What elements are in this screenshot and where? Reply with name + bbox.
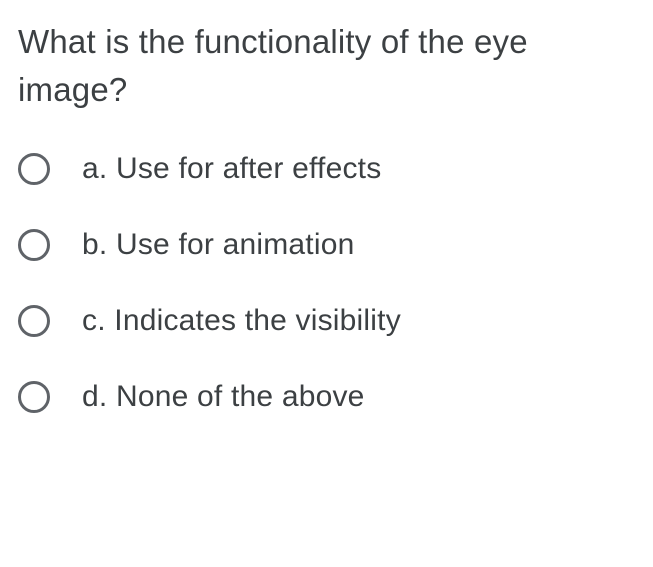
option-prefix: b. [82, 228, 107, 261]
option-label: b. Use for animation [82, 228, 354, 262]
option-d[interactable]: d. None of the above [18, 380, 635, 414]
option-text: None of the above [116, 380, 365, 413]
radio-icon[interactable] [18, 229, 50, 261]
option-text: Use for after effects [116, 152, 381, 185]
option-label: c. Indicates the visibility [82, 304, 401, 338]
question-text: What is the functionality of the eye ima… [18, 18, 635, 114]
quiz-container: What is the functionality of the eye ima… [0, 0, 653, 414]
option-b[interactable]: b. Use for animation [18, 228, 635, 262]
options-list: a. Use for after effects b. Use for anim… [18, 152, 635, 414]
option-prefix: c. [82, 304, 106, 337]
option-prefix: d. [82, 380, 107, 413]
option-prefix: a. [82, 152, 107, 185]
option-label: d. None of the above [82, 380, 365, 414]
option-c[interactable]: c. Indicates the visibility [18, 304, 635, 338]
radio-icon[interactable] [18, 305, 50, 337]
radio-icon[interactable] [18, 381, 50, 413]
radio-icon[interactable] [18, 153, 50, 185]
option-text: Indicates the visibility [114, 304, 401, 337]
option-text: Use for animation [116, 228, 355, 261]
option-a[interactable]: a. Use for after effects [18, 152, 635, 186]
option-label: a. Use for after effects [82, 152, 381, 186]
